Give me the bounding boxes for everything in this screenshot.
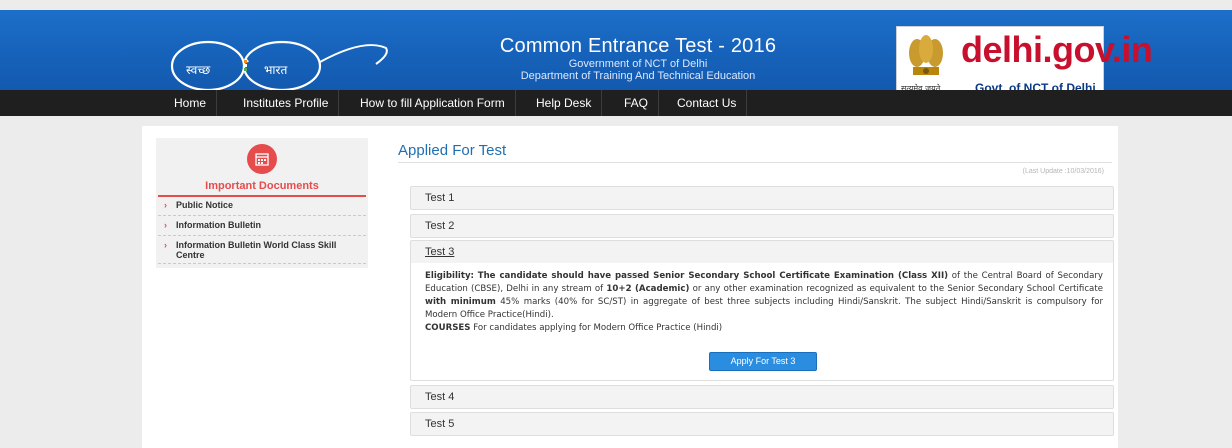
sidebar-item-label: Information Bulletin [176,220,261,230]
swachh-text: स्वच्छ [186,63,210,77]
swachh-bharat-logo: स्वच्छ भारत [164,36,390,94]
page-title: Applied For Test [398,142,507,159]
eligibility-requirement: The candidate should have passed Senior … [477,271,949,281]
nav-item-help-desk[interactable]: Help Desk [526,90,603,116]
eligibility-stream: 10+2 (Academic) [606,284,690,294]
sidebar-item-label: Public Notice [176,200,234,210]
delhi-gov-logo[interactable]: सत्यमेव जयते delhi.gov.in Govt. of NCT o… [896,26,1153,100]
accordion-test-4[interactable]: Test 4 [410,385,1114,409]
sidebar: Important Documents › Public Notice › In… [156,138,368,268]
main-navbar: Home Institutes Profile How to fill Appl… [0,90,1232,116]
sidebar-item-label: Information Bulletin World Class Skill C… [176,240,337,260]
delhi-gov-name: delhi.gov.in [961,29,1153,70]
accordion-test-3-body: Eligibility: The candidate should have p… [410,263,1114,381]
apply-for-test-3-button[interactable]: Apply For Test 3 [709,352,817,371]
calendar-icon [247,144,277,174]
eligibility-minimum: with minimum [425,297,496,307]
title-divider [398,162,1112,163]
sidebar-divider [158,195,366,197]
sidebar-item-information-bulletin[interactable]: › Information Bulletin [158,220,366,236]
bharat-text: भारत [264,63,288,77]
courses-label: COURSES [425,323,471,333]
sidebar-item-world-class-skill[interactable]: › Information Bulletin World Class Skill… [158,240,366,264]
eligibility-text: Eligibility: The candidate should have p… [425,270,1103,335]
sidebar-item-public-notice[interactable]: › Public Notice [158,200,366,216]
content-panel: Important Documents › Public Notice › In… [142,126,1118,448]
accordion-test-3[interactable]: Test 3 [410,240,1114,264]
banner-subtitle-government: Government of NCT of Delhi [568,58,708,70]
eligibility-text-2: or any other examination recognized as e… [692,284,1103,294]
banner-subtitle-department: Department of Training And Technical Edu… [520,70,756,82]
courses-text: For candidates applying for Modern Offic… [473,323,723,333]
header-banner: स्वच्छ भारत Common Entrance Test - 2016 … [0,10,1232,100]
nav-item-home[interactable]: Home [164,90,218,116]
nav-item-how-to-fill[interactable]: How to fill Application Form [350,90,516,116]
nav-item-institutes-profile[interactable]: Institutes Profile [233,90,340,116]
accordion-test-2[interactable]: Test 2 [410,214,1114,238]
accordion-test-1[interactable]: Test 1 [410,186,1114,210]
chevron-right-icon: › [164,240,167,250]
nav-item-contact-us[interactable]: Contact Us [667,90,748,116]
banner-title-block: Common Entrance Test - 2016 Government o… [460,34,816,82]
top-strip [0,0,1232,10]
eligibility-label: Eligibility: [425,271,474,281]
last-update-text: (Last Update :10/03/2016) [1022,168,1104,175]
chevron-right-icon: › [164,200,167,210]
sidebar-heading: Important Documents [205,180,319,192]
accordion-test-5[interactable]: Test 5 [410,412,1114,436]
nav-item-faq[interactable]: FAQ [614,90,660,116]
page-main-title: Common Entrance Test - 2016 [499,35,777,57]
chevron-right-icon: › [164,220,167,230]
emblem-icon [903,31,949,79]
eligibility-text-3: 45% marks (40% for SC/ST) in aggregate o… [425,297,1103,320]
